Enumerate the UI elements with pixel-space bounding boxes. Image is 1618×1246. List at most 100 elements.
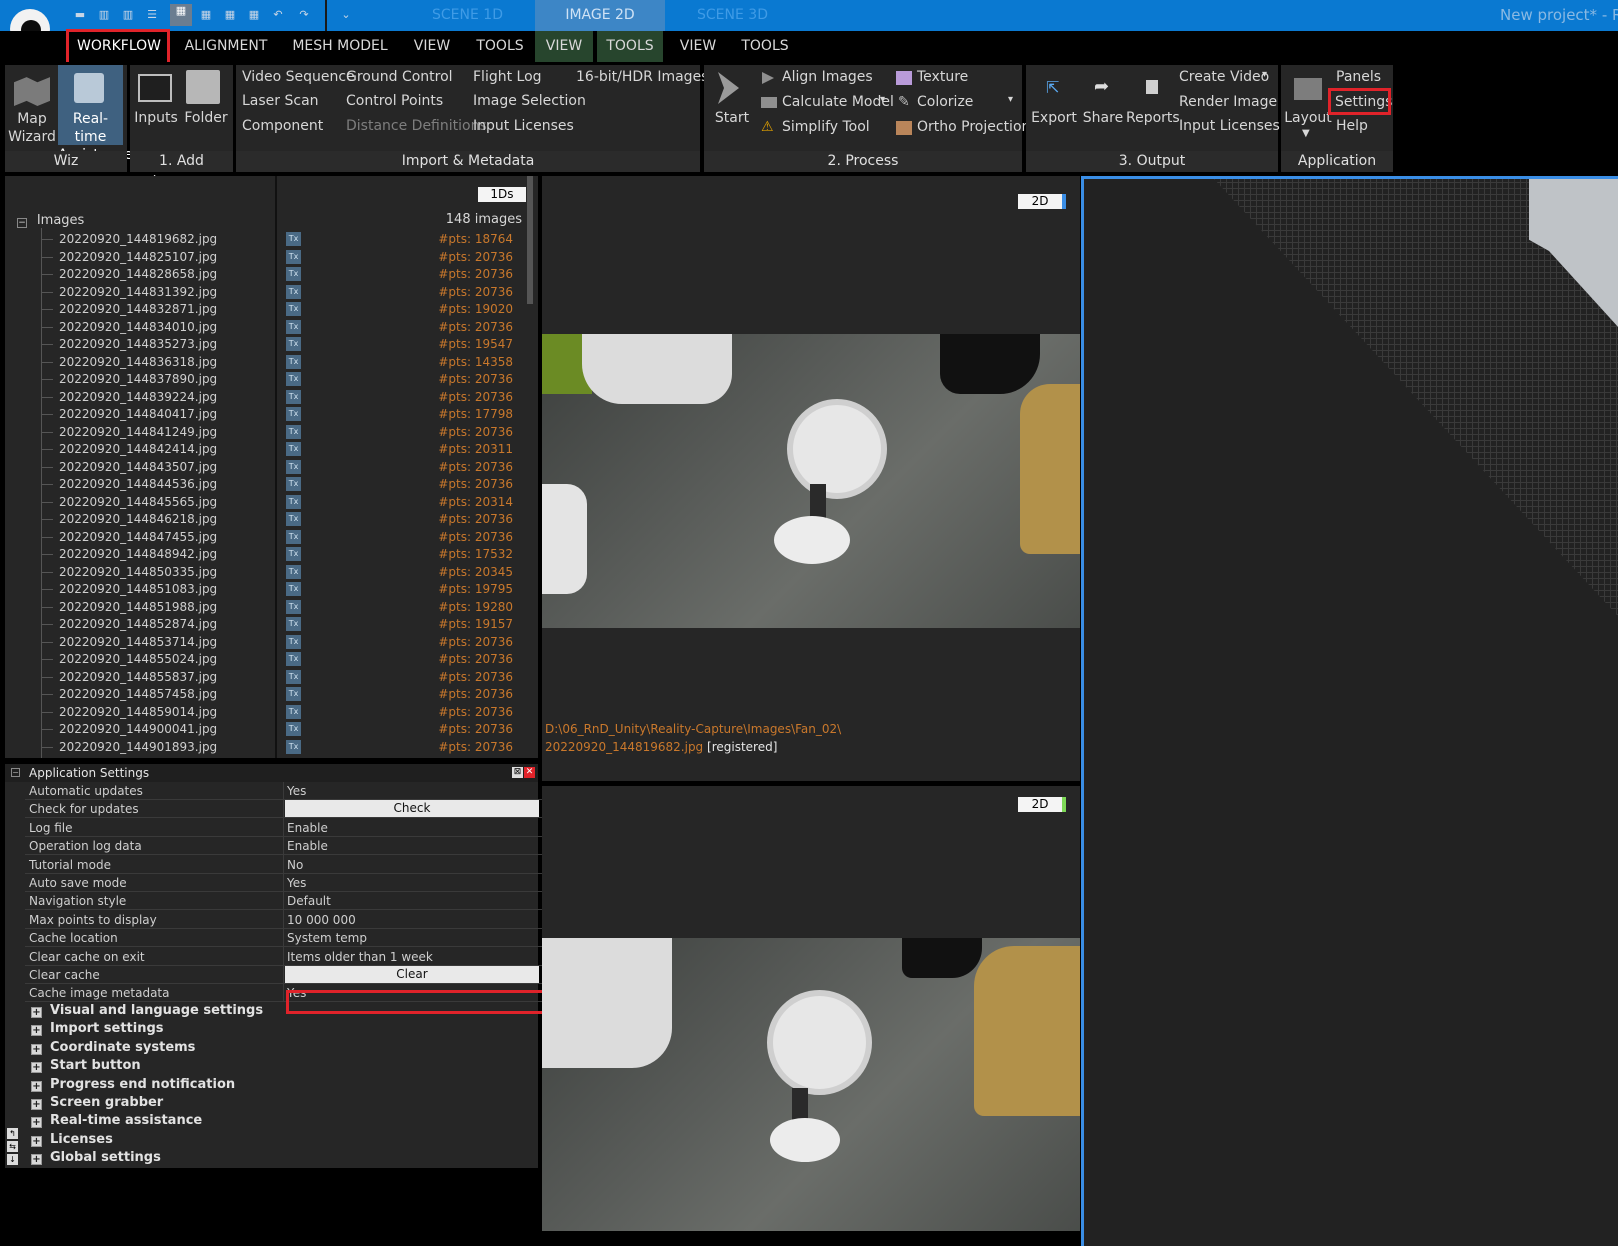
panels-button[interactable]: Panels: [1336, 69, 1381, 85]
control-points-button[interactable]: Control Points: [346, 93, 443, 109]
expand-icon[interactable]: +: [31, 1007, 42, 1018]
image-list-item[interactable]: 20220920_144857458.jpg: [59, 685, 217, 703]
settings-collapse-icon[interactable]: −: [11, 768, 20, 777]
inputs-button[interactable]: Inputs: [130, 110, 182, 126]
viewer-top-badge[interactable]: 2D: [1018, 194, 1066, 209]
undo-icon[interactable]: ↶: [270, 8, 286, 22]
image-list-item[interactable]: 20220920_144832871.jpg: [59, 300, 217, 318]
image-list-item[interactable]: 20220920_144848942.jpg: [59, 545, 217, 563]
menu-view[interactable]: VIEW: [405, 31, 459, 62]
side-arrow-up-icon[interactable]: ↰: [7, 1128, 18, 1139]
layout-button[interactable]: Layout: [1284, 110, 1332, 126]
check-button[interactable]: Check: [285, 800, 539, 818]
calculate-model-button[interactable]: Calculate Model: [782, 94, 894, 110]
expand-icon[interactable]: +: [31, 1025, 42, 1037]
image-list-item[interactable]: 20220920_144850335.jpg: [59, 563, 217, 581]
settings-section[interactable]: + Screen grabber: [25, 1094, 163, 1112]
texture-flag-icon[interactable]: Tx: [286, 319, 301, 334]
video-sequence-button[interactable]: Video Sequence: [242, 69, 355, 85]
image-list-item[interactable]: 20220920_144846218.jpg: [59, 510, 217, 528]
image-list-item[interactable]: 20220920_144847455.jpg: [59, 528, 217, 546]
image-list-item[interactable]: 20220920_144859014.jpg: [59, 703, 217, 721]
settings-section[interactable]: + Progress end notification: [25, 1076, 235, 1094]
texture-flag-icon[interactable]: Tx: [286, 372, 301, 386]
create-video-button[interactable]: Create Video: [1179, 69, 1269, 85]
image-list-item[interactable]: 20220920_144835273.jpg: [59, 335, 217, 353]
align-images-button[interactable]: Align Images: [782, 69, 873, 85]
settings-value[interactable]: 10 000 000: [287, 911, 356, 929]
texture-flag-icon[interactable]: Tx: [286, 547, 301, 561]
texture-flag-icon[interactable]: Tx: [286, 284, 301, 299]
texture-flag-icon[interactable]: Tx: [286, 389, 301, 404]
expand-icon[interactable]: +: [31, 1080, 42, 1092]
process-chevron-icon[interactable]: ▾: [1008, 94, 1013, 105]
image-list-item[interactable]: 20220920_144855024.jpg: [59, 650, 217, 668]
texture-flag-icon[interactable]: Tx: [286, 267, 301, 281]
image-list-item[interactable]: 20220920_144855837.jpg: [59, 668, 217, 686]
simplify-tool-button[interactable]: Simplify Tool: [782, 119, 870, 135]
texture-flag-icon[interactable]: Tx: [286, 302, 301, 316]
tab-image-2d[interactable]: IMAGE 2D: [535, 0, 665, 31]
expand-icon[interactable]: +: [31, 1043, 42, 1055]
menu-view-2d[interactable]: VIEW: [535, 31, 593, 62]
image-viewer-top[interactable]: 2D D:\06_RnD_Unity\Reality-Capture\Image…: [542, 176, 1080, 781]
menu-mesh-model[interactable]: MESH MODEL: [285, 31, 395, 62]
layout-4-icon[interactable]: ☰: [144, 8, 160, 22]
render-image-button[interactable]: Render Image: [1179, 94, 1277, 110]
expand-icon[interactable]: +: [31, 1099, 42, 1110]
settings-section[interactable]: + Global settings: [25, 1149, 161, 1167]
image-list-item[interactable]: 20220920_144831392.jpg: [59, 283, 217, 301]
layout-chevron-icon[interactable]: ▼: [1302, 128, 1310, 139]
layout-7-icon[interactable]: ▦: [222, 8, 238, 22]
settings-value[interactable]: Items older than 1 week: [287, 948, 433, 966]
layout-8-icon[interactable]: ▦: [246, 8, 262, 22]
settings-value[interactable]: System temp: [287, 929, 367, 947]
menu-view-3d[interactable]: VIEW: [670, 31, 726, 62]
expand-icon[interactable]: +: [31, 1135, 42, 1147]
expand-icon[interactable]: +: [31, 1117, 42, 1129]
texture-flag-icon[interactable]: Tx: [286, 424, 301, 439]
menu-tools-2d[interactable]: TOOLS: [597, 31, 663, 62]
image-viewer-bottom[interactable]: 2D: [542, 786, 1080, 1231]
texture-flag-icon[interactable]: Tx: [286, 512, 301, 526]
customize-chevron-icon[interactable]: ⌄: [338, 8, 354, 22]
input-licenses-button[interactable]: Input Licenses: [473, 118, 574, 134]
share-button[interactable]: Share: [1080, 110, 1126, 126]
texture-flag-icon[interactable]: Tx: [286, 722, 301, 736]
texture-flag-icon[interactable]: Tx: [286, 477, 301, 491]
settings-section[interactable]: + Start button: [25, 1057, 141, 1075]
settings-value[interactable]: Yes: [287, 874, 306, 892]
image-list-item[interactable]: 20220920_144836318.jpg: [59, 353, 217, 371]
layout-3-icon[interactable]: ▥: [120, 8, 136, 22]
image-list-item[interactable]: 20220920_144844536.jpg: [59, 475, 217, 493]
texture-flag-icon[interactable]: Tx: [286, 459, 301, 474]
texture-flag-icon[interactable]: Tx: [286, 617, 301, 631]
hdr-images-button[interactable]: 16-bit/HDR Images: [576, 69, 708, 85]
image-list-item[interactable]: 20220920_144825107.jpg: [59, 248, 217, 266]
ground-control-button[interactable]: Ground Control: [346, 69, 453, 85]
image-list-item[interactable]: 20220920_144851988.jpg: [59, 598, 217, 616]
layout-5-icon[interactable]: ▦: [170, 4, 192, 26]
texture-flag-icon[interactable]: Tx: [286, 634, 301, 649]
settings-undock-icon[interactable]: ⊠: [512, 767, 523, 778]
help-button[interactable]: Help: [1336, 118, 1368, 134]
ortho-projection-button[interactable]: Ortho Projection: [917, 119, 1030, 135]
menu-tools-3d[interactable]: TOOLS: [735, 31, 795, 62]
settings-close-icon[interactable]: ✕: [524, 767, 535, 778]
texture-flag-icon[interactable]: Tx: [286, 442, 301, 456]
side-arrow-down-icon[interactable]: ↓: [7, 1154, 18, 1165]
image-list-item[interactable]: 20220920_144851083.jpg: [59, 580, 217, 598]
texture-flag-icon[interactable]: Tx: [286, 704, 301, 719]
scene-3d-viewport[interactable]: [1081, 176, 1618, 1246]
texture-flag-icon[interactable]: Tx: [286, 652, 301, 666]
tab-scene-1d[interactable]: SCENE 1D: [400, 0, 535, 31]
expand-icon[interactable]: +: [31, 1062, 42, 1074]
viewer-bottom-badge[interactable]: 2D: [1018, 797, 1066, 812]
texture-flag-icon[interactable]: Tx: [286, 249, 301, 264]
settings-section[interactable]: + Import settings: [25, 1020, 164, 1038]
settings-section[interactable]: + Licenses: [25, 1131, 113, 1149]
settings-section[interactable]: + Coordinate systems: [25, 1039, 195, 1057]
distance-definitions-button[interactable]: Distance Definitions: [346, 118, 487, 134]
settings-section[interactable]: + Visual and language settings: [25, 1002, 263, 1020]
texture-flag-icon[interactable]: Tx: [286, 529, 301, 544]
